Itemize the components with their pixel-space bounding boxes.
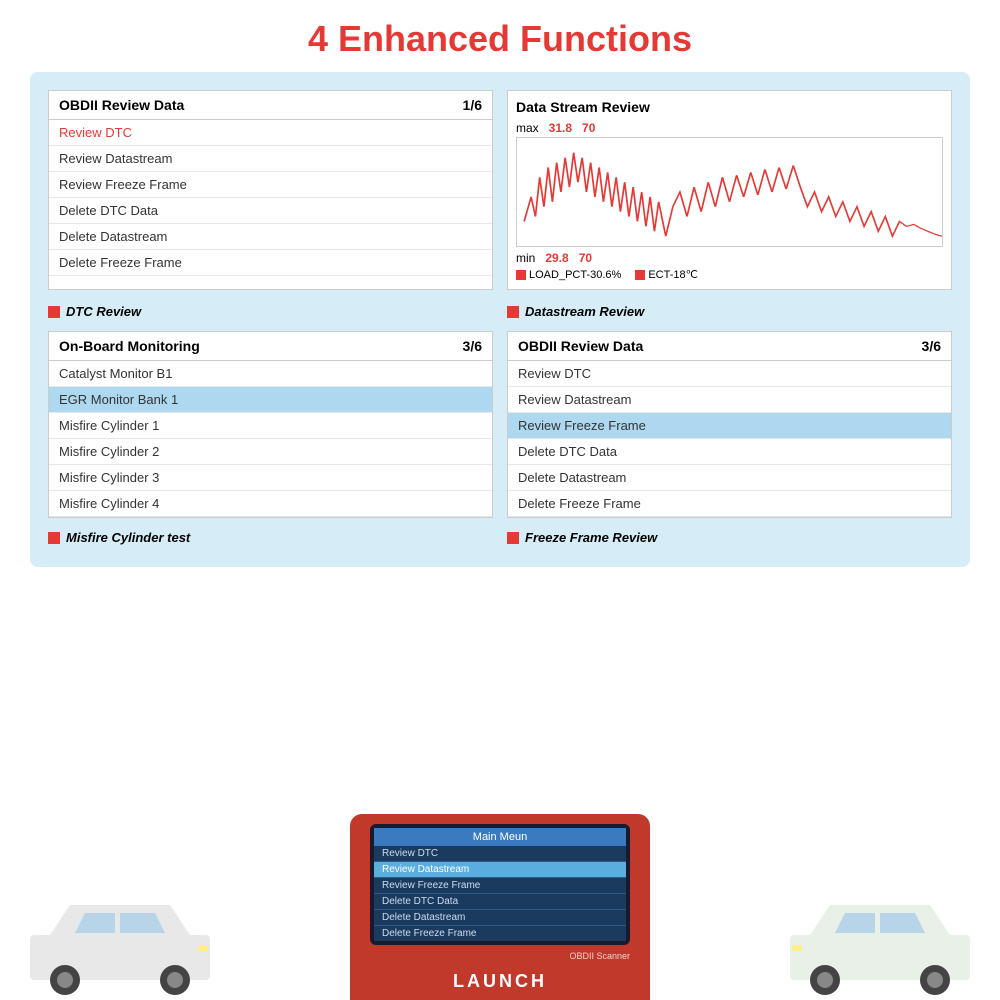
page-title: 4 Enhanced Functions [0, 0, 1000, 72]
legend-label-1: LOAD_PCT-30.6% [529, 269, 621, 281]
label-text-2: Datastream Review [525, 304, 644, 319]
panel4-row-2[interactable]: Review Freeze Frame [508, 413, 951, 439]
ds-min-label: min [516, 251, 535, 265]
data-stream-panel: Data Stream Review max 31.8 70 min 29.8 … [507, 90, 952, 290]
car-left-area [20, 885, 220, 1000]
label-sq-2 [507, 306, 519, 318]
ds-max-val1: 31.8 [549, 121, 572, 135]
ds-max-label: max [516, 121, 539, 135]
label-datastream-review: Datastream Review [507, 304, 952, 319]
label-text-4: Freeze Frame Review [525, 530, 657, 545]
labels-row-top: DTC Review Datastream Review [48, 300, 952, 327]
panel3-title: On-Board Monitoring [59, 338, 200, 354]
panel4-row-4[interactable]: Delete Datastream [508, 465, 951, 491]
car-left-svg [20, 885, 220, 995]
panel3-row-3[interactable]: Misfire Cylinder 2 [49, 439, 492, 465]
bottom-grid: On-Board Monitoring 3/6 Catalyst Monitor… [48, 331, 952, 518]
device-row-3[interactable]: Delete DTC Data [374, 894, 626, 910]
chart-svg [517, 138, 942, 246]
panel3-row-0[interactable]: Catalyst Monitor B1 [49, 361, 492, 387]
labels-row-bottom: Misfire Cylinder test Freeze Frame Revie… [48, 526, 952, 553]
ds-legend-2: ECT-18℃ [635, 268, 698, 281]
panel1-row-0[interactable]: Review DTC [49, 120, 492, 146]
device-screen: Main Meun Review DTC Review Datastream R… [370, 824, 630, 945]
panel3-page: 3/6 [463, 338, 482, 354]
car-right-svg [780, 885, 980, 995]
label-sq-1 [48, 306, 60, 318]
device-container: Main Meun Review DTC Review Datastream R… [350, 814, 650, 1000]
device-menu-title: Main Meun [374, 828, 626, 846]
device-row-0[interactable]: Review DTC [374, 846, 626, 862]
panel1-header: OBDII Review Data 1/6 [49, 91, 492, 120]
scanner-label: OBDII Scanner [370, 949, 630, 965]
panel1-title: OBDII Review Data [59, 97, 184, 113]
label-freeze-frame: Freeze Frame Review [507, 530, 952, 545]
device-cars-area: Main Meun Review DTC Review Datastream R… [0, 780, 1000, 1000]
panel3-header: On-Board Monitoring 3/6 [49, 332, 492, 361]
main-background: OBDII Review Data 1/6 Review DTC Review … [30, 72, 970, 567]
panel3-row-2[interactable]: Misfire Cylinder 1 [49, 413, 492, 439]
obdii-review-panel-2: OBDII Review Data 3/6 Review DTC Review … [507, 331, 952, 518]
panel1-row-3[interactable]: Delete DTC Data [49, 198, 492, 224]
label-dtc-review: DTC Review [48, 304, 493, 319]
ds-min-val2: 70 [579, 251, 592, 265]
legend-sq-1 [516, 270, 526, 280]
label-text-1: DTC Review [66, 304, 141, 319]
label-text-3: Misfire Cylinder test [66, 530, 190, 545]
label-misfire: Misfire Cylinder test [48, 530, 493, 545]
panel1-row-1[interactable]: Review Datastream [49, 146, 492, 172]
legend-label-2: ECT-18℃ [648, 268, 698, 281]
ds-chart-area [516, 137, 943, 247]
obdii-review-panel-1: OBDII Review Data 1/6 Review DTC Review … [48, 90, 493, 290]
panel1-row-2[interactable]: Review Freeze Frame [49, 172, 492, 198]
panel3-row-1[interactable]: EGR Monitor Bank 1 [49, 387, 492, 413]
ds-legend: LOAD_PCT-30.6% ECT-18℃ [516, 268, 943, 281]
brand-label: LAUNCH [370, 965, 630, 1000]
car-right-area [780, 885, 980, 1000]
device-row-4[interactable]: Delete Datastream [374, 910, 626, 926]
panel4-row-5[interactable]: Delete Freeze Frame [508, 491, 951, 517]
panel4-row-3[interactable]: Delete DTC Data [508, 439, 951, 465]
title-red: Functions [520, 18, 692, 59]
title-plain: 4 Enhanced [308, 18, 520, 59]
label-sq-3 [48, 532, 60, 544]
device-row-2[interactable]: Review Freeze Frame [374, 878, 626, 894]
panel4-page: 3/6 [922, 338, 941, 354]
panel3-row-5[interactable]: Misfire Cylinder 4 [49, 491, 492, 517]
ds-min-val1: 29.8 [545, 251, 568, 265]
ds-title: Data Stream Review [516, 99, 943, 115]
top-grid: OBDII Review Data 1/6 Review DTC Review … [48, 90, 952, 290]
device-body: Main Meun Review DTC Review Datastream R… [350, 814, 650, 1000]
brand-text: LAUNCH [453, 971, 547, 991]
device-row-1[interactable]: Review Datastream [374, 862, 626, 878]
ds-min-row: min 29.8 70 [516, 251, 943, 265]
panel1-row-4[interactable]: Delete Datastream [49, 224, 492, 250]
legend-sq-2 [635, 270, 645, 280]
panel1-page: 1/6 [463, 97, 482, 113]
panel1-row-5[interactable]: Delete Freeze Frame [49, 250, 492, 276]
label-sq-4 [507, 532, 519, 544]
panel4-header: OBDII Review Data 3/6 [508, 332, 951, 361]
panel4-row-1[interactable]: Review Datastream [508, 387, 951, 413]
panel4-row-0[interactable]: Review DTC [508, 361, 951, 387]
ds-legend-1: LOAD_PCT-30.6% [516, 268, 621, 281]
ds-max-row: max 31.8 70 [516, 121, 943, 135]
on-board-monitoring-panel: On-Board Monitoring 3/6 Catalyst Monitor… [48, 331, 493, 518]
ds-max-val2: 70 [582, 121, 595, 135]
device-row-5[interactable]: Delete Freeze Frame [374, 926, 626, 941]
panel4-title: OBDII Review Data [518, 338, 643, 354]
panel3-row-4[interactable]: Misfire Cylinder 3 [49, 465, 492, 491]
